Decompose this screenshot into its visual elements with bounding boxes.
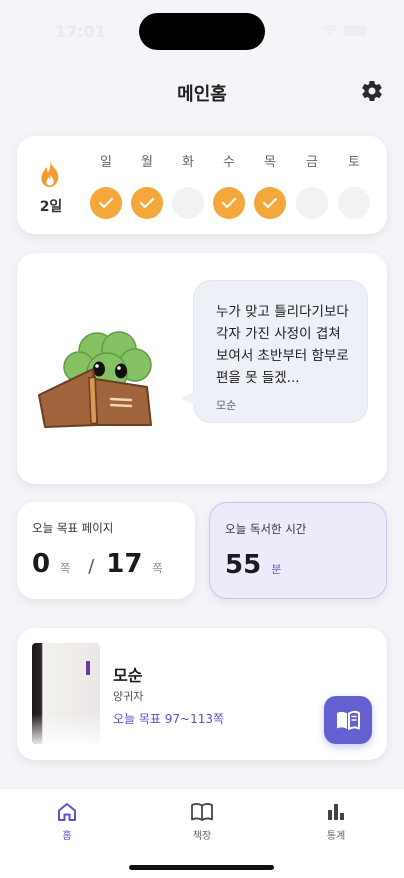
current-book-card[interactable]: 모순 양귀자 오늘 목표 97~113쪽 — [17, 628, 387, 760]
flame-icon — [41, 161, 59, 187]
target-page-unit: 쪽 — [152, 562, 163, 575]
book-cover — [32, 643, 100, 744]
day-label: 수 — [223, 155, 235, 170]
day-check-done — [213, 187, 245, 219]
tab-home-label: 홈 — [62, 831, 72, 842]
check-icon — [222, 198, 236, 208]
bookshelf-icon — [191, 803, 213, 821]
reading-minutes-unit: 분 — [271, 563, 282, 576]
tab-home[interactable]: 홈 — [37, 801, 97, 842]
day-label: 화 — [182, 155, 194, 170]
start-reading-button[interactable] — [324, 696, 372, 744]
cover-accent — [86, 661, 90, 675]
tab-stats-label: 통계 — [326, 831, 346, 842]
open-book-icon — [337, 710, 360, 730]
today-goal-card[interactable]: 오늘 목표 페이지 0 쪽 / 17 쪽 — [17, 502, 195, 599]
day-label: 목 — [264, 155, 276, 170]
day-item: 일 — [89, 154, 123, 219]
day-item: 화 — [171, 154, 205, 219]
day-check-done — [90, 187, 122, 219]
reading-minutes: 55 — [225, 550, 262, 580]
book-goal: 오늘 목표 97~113쪽 — [113, 712, 225, 726]
today-goal-label: 오늘 목표 페이지 — [32, 521, 114, 535]
day-label: 금 — [306, 155, 318, 170]
tab-bookshelf[interactable]: 책장 — [172, 801, 232, 842]
speech-bubble: 누가 맞고 틀리다기보다 각자 가진 사정이 겹쳐 보여서 초반부터 함부로 편… — [181, 280, 368, 423]
check-icon — [140, 198, 154, 208]
mascot-book-icon — [38, 331, 152, 428]
current-page-unit: 쪽 — [60, 562, 71, 575]
tab-stats[interactable]: 통계 — [306, 801, 366, 842]
today-time-values: 55 분 — [225, 550, 281, 580]
day-label: 일 — [100, 155, 112, 170]
check-icon — [263, 198, 277, 208]
status-bar: 17:01 — [0, 0, 404, 60]
status-time: 17:01 — [55, 22, 106, 41]
quote-source: 모순 — [216, 399, 237, 412]
battery-icon — [344, 24, 366, 36]
target-page: 17 — [106, 549, 143, 579]
bar-chart-icon — [328, 804, 344, 820]
day-label: 토 — [348, 155, 360, 170]
dynamic-island — [139, 13, 265, 50]
day-item: 금 — [295, 154, 329, 219]
home-icon — [58, 803, 76, 821]
header: 메인홈 — [0, 74, 404, 108]
cover-fade — [32, 714, 100, 744]
today-goal-values: 0 쪽 / 17 쪽 — [32, 549, 163, 579]
wifi-icon — [321, 24, 337, 36]
day-item: 목 — [253, 154, 287, 219]
book-title: 모순 — [113, 666, 143, 685]
day-check-empty — [296, 187, 328, 219]
tab-bookshelf-label: 책장 — [192, 831, 212, 842]
page-title: 메인홈 — [177, 84, 227, 105]
day-check-empty — [172, 187, 204, 219]
day-item: 수 — [212, 154, 246, 219]
today-time-label: 오늘 독서한 시간 — [225, 522, 307, 536]
day-check-done — [131, 187, 163, 219]
quote-card[interactable]: 누가 맞고 틀리다기보다 각자 가진 사정이 겹쳐 보여서 초반부터 함부로 편… — [17, 253, 387, 484]
day-item: 월 — [130, 154, 164, 219]
page-separator: / — [88, 556, 95, 577]
check-icon — [99, 198, 113, 208]
gear-icon[interactable] — [360, 79, 384, 103]
quote-text: 누가 맞고 틀리다기보다 각자 가진 사정이 겹쳐 보여서 초반부터 함부로 편… — [216, 304, 349, 386]
streak-count: 2일 — [39, 199, 63, 215]
streak-card: 2일 일 월 화 수 목 금 토 — [17, 136, 387, 234]
day-label: 월 — [141, 155, 153, 170]
day-check-done — [254, 187, 286, 219]
book-author: 양귀자 — [113, 690, 144, 703]
home-indicator — [129, 865, 274, 870]
day-check-empty — [338, 187, 370, 219]
status-icons — [321, 24, 366, 36]
day-item: 토 — [337, 154, 371, 219]
today-time-card[interactable]: 오늘 독서한 시간 55 분 — [209, 502, 387, 599]
current-page: 0 — [32, 549, 51, 579]
